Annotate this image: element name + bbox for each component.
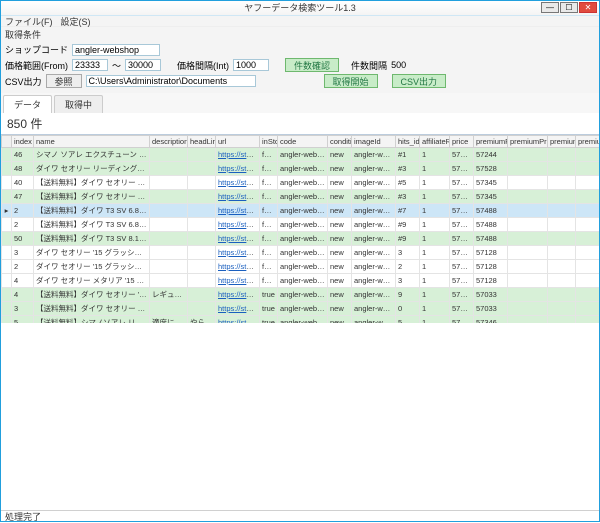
table-row[interactable]: 48ダイワ セオリー リーディングアルファ-ム_73M-1…https://st… — [2, 162, 600, 176]
label-interval: 件数間隔 — [351, 59, 387, 72]
row-shopcode: ショップコード — [1, 42, 599, 57]
input-pricefrom[interactable] — [72, 59, 108, 71]
menu-settings[interactable]: 設定(S) — [61, 15, 91, 28]
row-csv: CSV出力 参照 取得開始 CSV出力 — [1, 73, 599, 89]
label-to: 〜 — [112, 59, 121, 72]
col-premiumPrice[interactable]: premiumPrice — [474, 136, 508, 148]
row-price: 価格範囲(From) 〜 価格間隔(Int) 件数確認 件数間隔 500 — [1, 57, 599, 73]
tab-data[interactable]: データ — [3, 95, 52, 113]
app-window: ヤフーデータ検索ツール1.3 — ☐ ✕ ファイル(F) 設定(S) 取得条件 … — [0, 0, 600, 522]
blank-area — [1, 323, 599, 511]
col-code[interactable]: code — [278, 136, 328, 148]
grid-header-row: indexnamedescriptionheadLineurlinStockco… — [2, 136, 600, 148]
table-row[interactable]: 2ダイワ セオリー '15 グラッシブレイド SG スピニ…https://st… — [2, 260, 600, 274]
menu-file[interactable]: ファイル(F) — [5, 15, 53, 28]
button-countconfirm[interactable]: 件数確認 — [285, 58, 339, 72]
minimize-button[interactable]: — — [541, 2, 559, 13]
close-button[interactable]: ✕ — [579, 2, 597, 13]
button-csvout[interactable]: CSV出力 — [392, 74, 447, 88]
label-pricefrom: 価格範囲(From) — [5, 59, 68, 72]
col-condition[interactable]: condition — [328, 136, 352, 148]
col-price[interactable]: price — [450, 136, 474, 148]
table-row[interactable]: 5【送料無料】シマノソアレ リファインドソー…適度に絞りこむ形状…やらびつく目ボ… — [2, 316, 600, 323]
table-row[interactable]: ▸2【送料無料】ダイワ T3 SV 6.8R-TW【0…https://stor… — [2, 204, 600, 218]
col-name[interactable]: name — [34, 136, 150, 148]
table-row[interactable]: 47【送料無料】ダイワ セオリー 大島_148-53型…https://stor… — [2, 190, 600, 204]
table-row[interactable]: 2【送料無料】ダイワ T3 SV 6.8L-TW【0…https://store… — [2, 218, 600, 232]
table-row[interactable]: 50【送料無料】ダイワ T3 SV 8.1R-TW【0…https://stor… — [2, 232, 600, 246]
maximize-button[interactable]: ☐ — [560, 2, 578, 13]
input-csvpath[interactable] — [86, 75, 256, 87]
conditions-label: 取得条件 — [1, 27, 599, 42]
col-rowselector[interactable] — [2, 136, 12, 148]
tabs: データ 取得中 — [1, 93, 599, 113]
window-buttons: — ☐ ✕ — [540, 2, 597, 13]
tab-progress[interactable]: 取得中 — [54, 95, 103, 113]
col-premiumPriceStat[interactable]: premiumPriceStat — [508, 136, 548, 148]
count-value: 850 — [7, 117, 27, 131]
status-text: 処理完了 — [5, 510, 41, 523]
col-index[interactable]: index — [12, 136, 34, 148]
grid-table: indexnamedescriptionheadLineurlinStockco… — [1, 135, 599, 323]
table-row[interactable]: 3【送料無料】ダイワ セオリー エア エボリューシ…https://store.… — [2, 302, 600, 316]
input-shopcode[interactable] — [72, 44, 160, 56]
col-affiliateRate[interactable]: affiliateRate — [420, 136, 450, 148]
label-csvout: CSV出力 — [5, 75, 42, 88]
label-shopcode: ショップコード — [5, 43, 68, 56]
table-row[interactable]: 40【送料無料】ダイワ セオリー リーディングスリル…https://store… — [2, 176, 600, 190]
data-grid[interactable]: indexnamedescriptionheadLineurlinStockco… — [1, 134, 599, 323]
table-row[interactable]: 46シマノ ソアレ エクスチューン S708ULT【お…https://stor… — [2, 148, 600, 162]
count-unit: 件 — [30, 117, 42, 131]
statusbar: 処理完了 — [1, 510, 599, 521]
label-priceint: 価格間隔(Int) — [177, 59, 229, 72]
menubar: ファイル(F) 設定(S) — [1, 16, 599, 27]
titlebar: ヤフーデータ検索ツール1.3 — ☐ ✕ — [1, 1, 599, 16]
table-row[interactable]: 4ダイワ セオリー メタリア '15 ゼロサイド T5【お…https://st… — [2, 274, 600, 288]
table-row[interactable]: 4【送料無料】ダイワ セオリー '16 スピニングリー…レギュラーテーパィ…ht… — [2, 288, 600, 302]
button-startget[interactable]: 取得開始 — [324, 74, 378, 88]
input-priceint[interactable] — [233, 59, 269, 71]
col-premium[interactable]: premium — [548, 136, 576, 148]
button-csvref[interactable]: 参照 — [46, 74, 82, 88]
col-hits_id[interactable]: hits_id — [396, 136, 420, 148]
col-inStock[interactable]: inStock — [260, 136, 278, 148]
table-row[interactable]: 3ダイワ セオリー '15 グラッシブレイド SG ベイト…https://st… — [2, 246, 600, 260]
col-description[interactable]: description — [150, 136, 188, 148]
col-imageId[interactable]: imageId — [352, 136, 396, 148]
input-priceto[interactable] — [125, 59, 161, 71]
window-title: ヤフーデータ検索ツール1.3 — [244, 1, 356, 16]
col-premium[interactable]: premium — [576, 136, 600, 148]
col-url[interactable]: url — [216, 136, 260, 148]
value-interval: 500 — [391, 60, 406, 70]
col-headLine[interactable]: headLine — [188, 136, 216, 148]
result-count: 850 件 — [1, 113, 599, 134]
